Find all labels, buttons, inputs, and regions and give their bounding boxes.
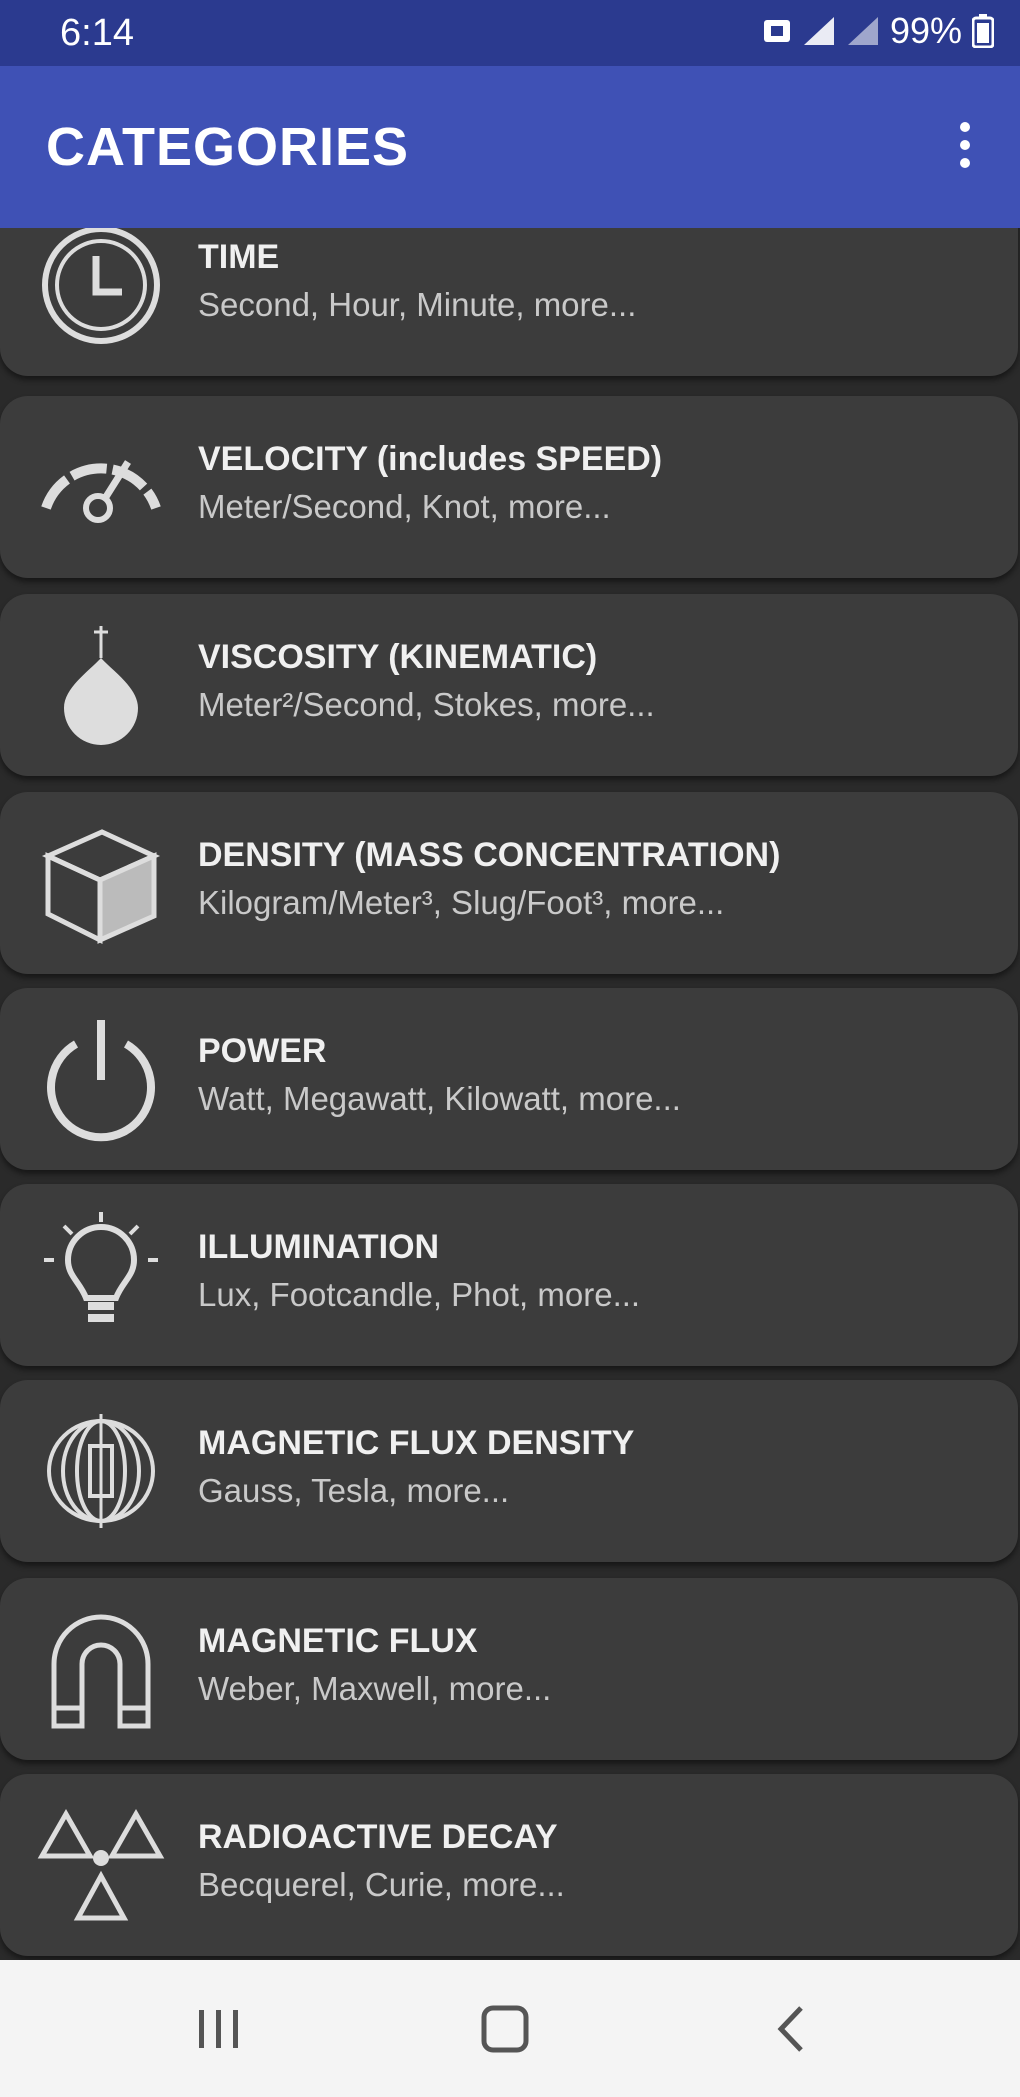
category-subtitle: Gauss, Tesla, more... <box>198 1472 510 1509</box>
category-subtitle: Watt, Megawatt, Kilowatt, more... <box>198 1080 681 1117</box>
status-icons: 99% <box>762 10 994 52</box>
category-title: VISCOSITY (KINEMATIC) <box>198 638 598 676</box>
radiation-icon <box>36 1800 166 1930</box>
speedometer-icon <box>36 422 166 552</box>
navigation-bar <box>0 1960 1020 2097</box>
droplet-icon <box>36 620 166 750</box>
category-title: TIME <box>198 238 280 276</box>
category-subtitle: Weber, Maxwell, more... <box>198 1670 552 1707</box>
overflow-menu-icon-dot <box>960 140 970 150</box>
overflow-menu-icon <box>960 122 970 132</box>
recents-icon <box>199 2010 238 2048</box>
overflow-menu-icon-dot <box>960 158 970 168</box>
home-icon <box>481 2005 529 2053</box>
power-icon <box>36 1014 166 1144</box>
category-title: RADIOACTIVE DECAY <box>198 1818 558 1856</box>
category-item-velocity[interactable]: VELOCITY (includes SPEED) Meter/Second, … <box>0 396 1018 578</box>
category-item-radioactive-decay[interactable]: RADIOACTIVE DECAY Becquerel, Curie, more… <box>0 1774 1018 1956</box>
signal-icon <box>803 17 834 45</box>
category-title: DENSITY (MASS CONCENTRATION) <box>198 836 781 874</box>
back-button[interactable] <box>756 1994 826 2064</box>
category-item-magnetic-flux[interactable]: MAGNETIC FLUX Weber, Maxwell, more... <box>0 1578 1018 1760</box>
category-item-illumination[interactable]: ILLUMINATION Lux, Footcandle, Phot, more… <box>0 1184 1018 1366</box>
category-item-magnetic-flux-density[interactable]: MAGNETIC FLUX DENSITY Gauss, Tesla, more… <box>0 1380 1018 1562</box>
category-subtitle: Meter²/Second, Stokes, more... <box>198 686 655 723</box>
category-subtitle: Meter/Second, Knot, more... <box>198 488 611 525</box>
clock-icon <box>36 228 166 350</box>
category-item-density[interactable]: DENSITY (MASS CONCENTRATION) Kilogram/Me… <box>0 792 1018 974</box>
notification-icon <box>763 20 790 42</box>
status-bar: 6:14 99% <box>0 0 1020 66</box>
page-title: CATEGORIES <box>46 117 410 177</box>
category-subtitle: Second, Hour, Minute, more... <box>198 286 637 323</box>
category-title: MAGNETIC FLUX DENSITY <box>198 1424 635 1462</box>
coil-icon <box>36 1406 166 1536</box>
back-icon <box>777 2006 803 2052</box>
category-title: ILLUMINATION <box>198 1228 440 1266</box>
app-bar: CATEGORIES <box>0 66 1020 228</box>
magnet-icon <box>36 1604 166 1734</box>
signal-icon-secondary <box>847 17 878 45</box>
category-subtitle: Kilogram/Meter³, Slug/Foot³, more... <box>198 884 725 921</box>
status-time: 6:14 <box>60 12 134 54</box>
overflow-menu-button[interactable] <box>930 110 1000 180</box>
category-title: POWER <box>198 1032 327 1070</box>
battery-percent: 99% <box>889 10 962 51</box>
category-list[interactable]: TIME Second, Hour, Minute, more... VELOC… <box>0 228 1020 1960</box>
battery-icon <box>972 14 994 48</box>
recents-button[interactable] <box>184 1994 254 2064</box>
home-button[interactable] <box>470 1994 540 2064</box>
category-title: VELOCITY (includes SPEED) <box>198 440 663 478</box>
category-item-power[interactable]: POWER Watt, Megawatt, Kilowatt, more... <box>0 988 1018 1170</box>
category-item-time[interactable]: TIME Second, Hour, Minute, more... <box>0 228 1018 376</box>
category-subtitle: Becquerel, Curie, more... <box>198 1866 565 1903</box>
lightbulb-icon <box>36 1210 166 1340</box>
category-subtitle: Lux, Footcandle, Phot, more... <box>198 1276 641 1313</box>
cube-icon <box>36 818 166 948</box>
category-title: MAGNETIC FLUX <box>198 1622 478 1660</box>
category-item-viscosity[interactable]: VISCOSITY (KINEMATIC) Meter²/Second, Sto… <box>0 594 1018 776</box>
